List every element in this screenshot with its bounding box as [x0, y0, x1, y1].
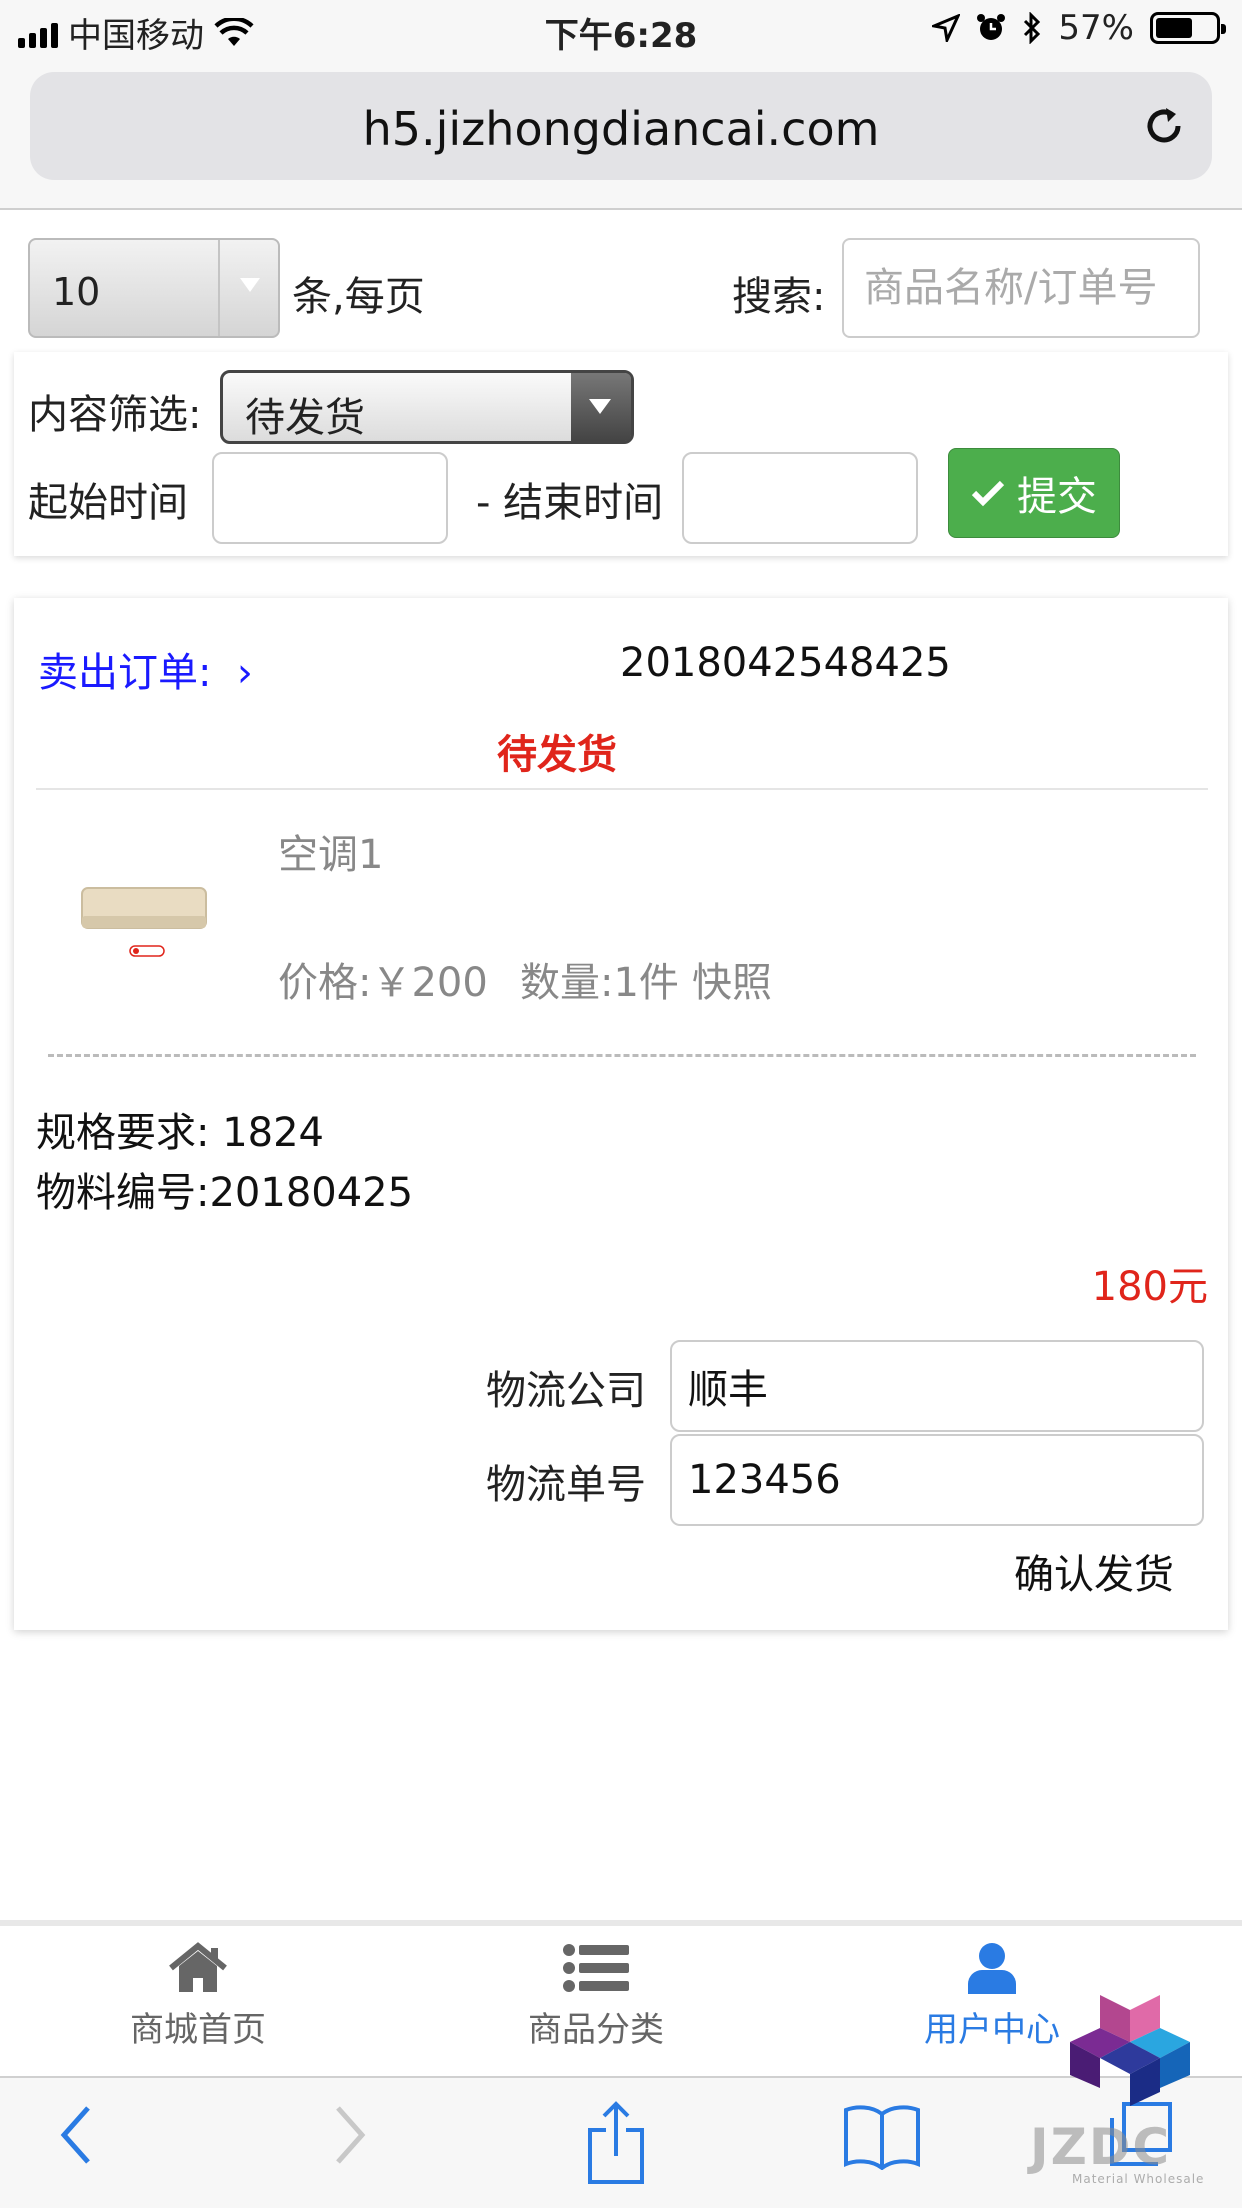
- start-time-label: 起始时间: [28, 480, 188, 526]
- tab-home[interactable]: 商城首页: [48, 1936, 348, 2051]
- product-price: 价格:￥200: [278, 960, 488, 1006]
- snapshot-link[interactable]: 快照: [692, 950, 772, 1008]
- status-filter-select[interactable]: 待发货: [220, 370, 634, 444]
- product-name[interactable]: 空调1: [278, 822, 383, 880]
- browser-address-area: h5.jizhongdiancai.com: [0, 62, 1242, 210]
- end-time-label: - 结束时间: [476, 480, 664, 526]
- bookmarks-icon[interactable]: [842, 2100, 922, 2170]
- address-bar[interactable]: h5.jizhongdiancai.com: [30, 72, 1212, 180]
- watermark-text: JZDC: [1030, 2118, 1172, 2176]
- battery-icon: [1150, 12, 1226, 44]
- order-number: 2018042548425: [620, 640, 951, 686]
- submit-label: 提交: [1017, 474, 1097, 520]
- forward-icon[interactable]: [330, 2100, 370, 2170]
- chevron-down-icon: [571, 373, 631, 441]
- url-text[interactable]: h5.jizhongdiancai.com: [30, 102, 1212, 156]
- status-right: 57%: [932, 8, 1226, 48]
- start-time-input[interactable]: [212, 452, 448, 544]
- logistics-number-label: 物流单号: [486, 1462, 646, 1508]
- sold-order-link[interactable]: 卖出订单: ›: [38, 640, 253, 698]
- confirm-shipment-button[interactable]: 确认发货: [1014, 1542, 1174, 1600]
- tab-home-label: 商城首页: [130, 2010, 266, 2050]
- filter-panel: 内容筛选: 待发货 起始时间 - 结束时间 提交: [14, 352, 1228, 556]
- check-icon: [971, 480, 1005, 507]
- sold-order-label: 卖出订单:: [38, 650, 212, 696]
- page-size-select[interactable]: 10: [28, 238, 280, 338]
- logistics-company-input[interactable]: [670, 1340, 1204, 1432]
- battery-percent: 57%: [1058, 8, 1134, 48]
- tab-categories-label: 商品分类: [528, 2010, 664, 2050]
- logistics-company-label: 物流公司: [486, 1368, 646, 1414]
- chevron-right-icon: ›: [236, 650, 253, 696]
- share-icon[interactable]: [584, 2100, 648, 2186]
- page-size-suffix: 条,每页: [292, 274, 425, 320]
- home-icon: [169, 1942, 227, 1992]
- order-card: 卖出订单: › 2018042548425 待发货 空调1 价格:￥200 数量…: [14, 598, 1228, 1630]
- submit-button[interactable]: 提交: [948, 448, 1120, 538]
- chevron-down-icon: [218, 240, 278, 336]
- back-icon[interactable]: [56, 2100, 96, 2170]
- spec-requirement: 规格要求: 1824: [36, 1110, 324, 1156]
- search-label: 搜索:: [732, 274, 826, 320]
- alarm-icon: [977, 14, 1006, 40]
- material-number: 物料编号:20180425: [36, 1170, 414, 1216]
- bluetooth-icon: [1024, 12, 1041, 44]
- status-filter-value: 待发货: [245, 395, 365, 441]
- list-icon: [563, 1944, 629, 1992]
- location-arrow-icon: [932, 14, 961, 42]
- dashed-divider: [48, 1054, 1196, 1057]
- product-quantity: 数量:1件: [520, 960, 679, 1006]
- watermark-subtext: Material Wholesale: [1072, 2172, 1205, 2186]
- list-controls: 10 条,每页 搜索:: [0, 212, 1242, 352]
- status-bar: 中国移动 下午6:28 57%: [0, 0, 1242, 62]
- reload-icon[interactable]: [1140, 102, 1188, 150]
- order-amount: 180元: [1091, 1264, 1208, 1310]
- order-status: 待发货: [497, 732, 617, 778]
- product-thumbnail[interactable]: [74, 858, 214, 968]
- filter-label: 内容筛选:: [28, 392, 202, 438]
- search-input[interactable]: [842, 238, 1200, 338]
- page-size-value: 10: [52, 270, 101, 314]
- user-icon: [968, 1943, 1016, 1994]
- tab-categories[interactable]: 商品分类: [446, 1936, 746, 2051]
- logistics-number-input[interactable]: [670, 1434, 1204, 1526]
- divider: [36, 788, 1208, 790]
- end-time-input[interactable]: [682, 452, 918, 544]
